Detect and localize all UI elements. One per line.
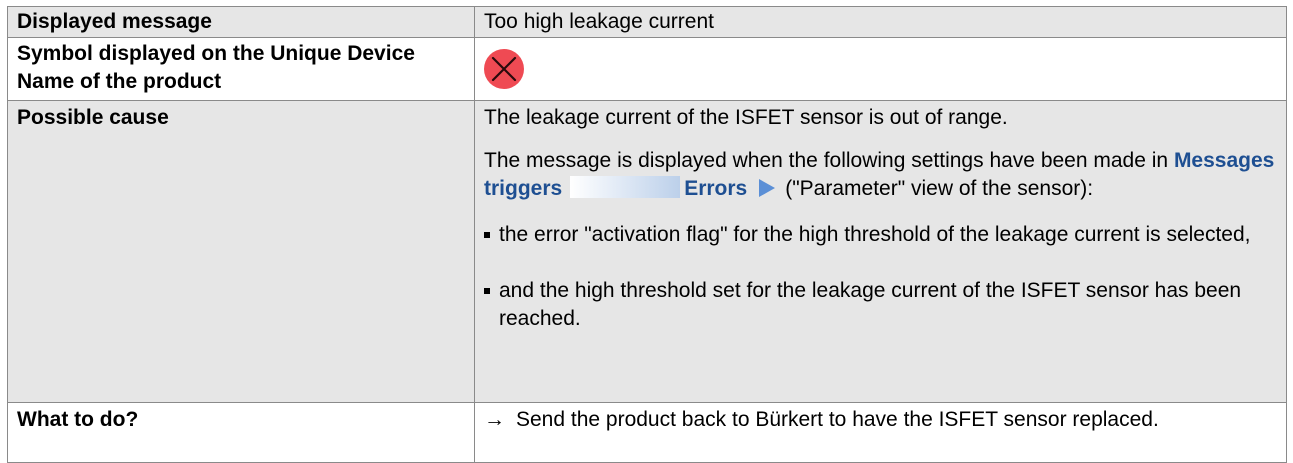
list-item-text: the error "activation flag" for the high…: [499, 223, 1251, 246]
bullet-icon: [484, 288, 490, 294]
cause-settings-text: The message is displayed when the follow…: [484, 147, 1276, 203]
value-what-to-do: → Send the product back to Bürkert to hav…: [474, 402, 1287, 463]
list-item: and the high threshold set for the leaka…: [484, 277, 1276, 333]
value-possible-cause: The leakage current of the ISFET sensor …: [474, 100, 1287, 403]
label-symbol: Symbol displayed on the Unique Device Na…: [7, 37, 475, 101]
bullet-icon: [484, 232, 490, 238]
row-symbol: Symbol displayed on the Unique Device Na…: [7, 37, 1287, 101]
settings-suffix: ("Parameter" view of the sensor):: [785, 177, 1094, 200]
error-cross-icon: [484, 49, 524, 89]
value-symbol: [474, 37, 1287, 101]
settings-prefix: The message is displayed when the follow…: [484, 149, 1169, 172]
cause-description: The leakage current of the ISFET sensor …: [484, 106, 1008, 129]
label-displayed-message: Displayed message: [7, 6, 475, 38]
menu-path-separator: [570, 176, 681, 198]
cause-condition-list: the error "activation flag" for the high…: [484, 221, 1276, 333]
todo-instruction: → Send the product back to Bürkert to hav…: [484, 406, 1276, 434]
list-item-text: and the high threshold set for the leaka…: [499, 279, 1242, 330]
triangle-right-icon: [759, 179, 776, 197]
list-item: the error "activation flag" for the high…: [484, 221, 1276, 249]
label-possible-cause: Possible cause: [7, 100, 475, 403]
row-displayed-message: Displayed message Too high leakage curre…: [7, 6, 1287, 38]
todo-text: Send the product back to Bürkert to have…: [516, 408, 1159, 431]
row-what-to-do: What to do? → Send the product back to Bü…: [7, 402, 1287, 463]
menu-path-errors: Errors: [684, 177, 748, 200]
right-arrow-icon: →: [484, 408, 505, 431]
row-possible-cause: Possible cause The leakage current of th…: [7, 100, 1287, 403]
label-what-to-do: What to do?: [7, 402, 475, 463]
value-displayed-message: Too high leakage current: [474, 6, 1287, 38]
message-table: Displayed message Too high leakage curre…: [7, 6, 1287, 463]
